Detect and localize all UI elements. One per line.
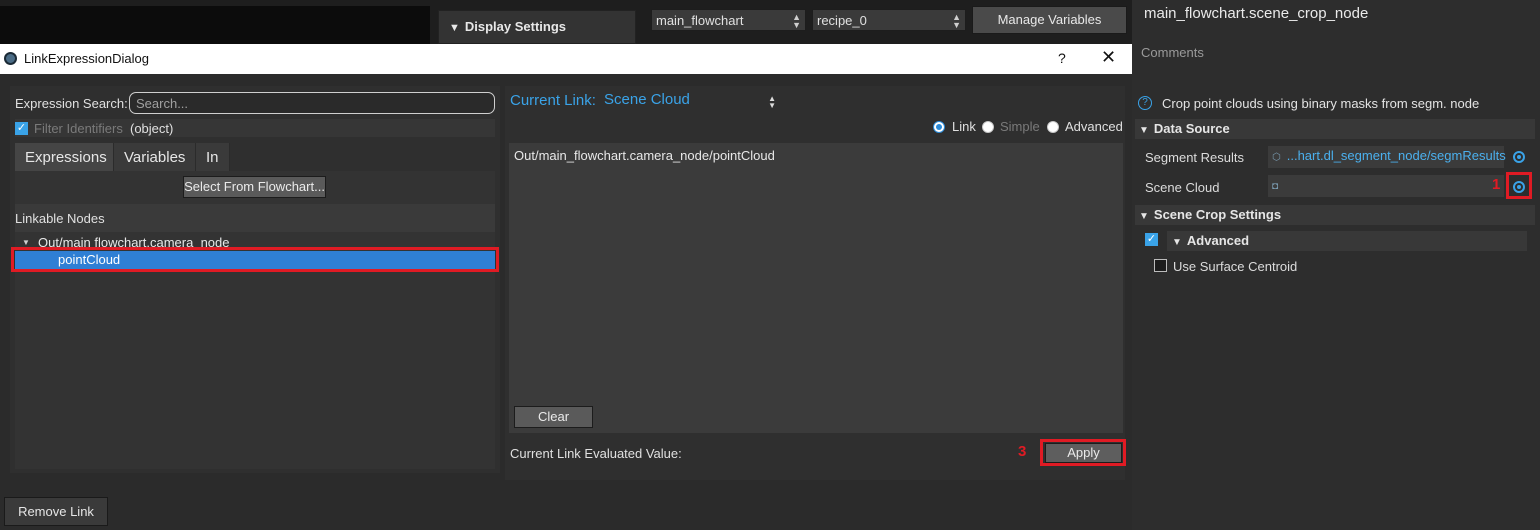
- tab-in[interactable]: In: [196, 143, 230, 171]
- linkable-nodes-header: Linkable Nodes: [15, 204, 495, 232]
- step-1-number: 1: [1492, 176, 1501, 193]
- scene-crop-settings-label: Scene Crop Settings: [1153, 207, 1282, 222]
- select-from-flowchart-button[interactable]: Select From Flowchart...: [183, 176, 326, 198]
- expression-text: Out/main_flowchart.camera_node/pointClou…: [514, 148, 775, 163]
- flowchart-select-value: main_flowchart: [656, 13, 744, 28]
- spin-arrows-icon: ▲ ▼: [768, 94, 776, 110]
- camera-icon: ◘: [1272, 181, 1279, 192]
- mode-advanced-radio[interactable]: [1047, 121, 1059, 133]
- data-source-label: Data Source: [1153, 121, 1230, 136]
- manage-variables-button[interactable]: Manage Variables: [972, 6, 1127, 34]
- collapse-triangle-icon: ▼: [1139, 125, 1149, 136]
- dialog-title: LinkExpressionDialog: [24, 51, 150, 66]
- mode-simple-label[interactable]: Simple: [1000, 119, 1040, 134]
- dialog-titlebar[interactable]: [0, 44, 1132, 74]
- highlight-step-2: [11, 247, 499, 272]
- data-source-section[interactable]: ▼ Data Source: [1135, 119, 1535, 139]
- current-link-label: Current Link:: [510, 92, 596, 109]
- tab-expressions[interactable]: Expressions: [15, 143, 114, 171]
- node-description: Crop point clouds using binary masks fro…: [1162, 96, 1480, 111]
- mode-link-label[interactable]: Link: [952, 119, 976, 134]
- link-cube-icon: ⬡: [1272, 152, 1281, 163]
- mode-simple-radio[interactable]: [982, 121, 994, 133]
- mode-advanced-label[interactable]: Advanced: [1065, 119, 1123, 134]
- dialog-close-icon[interactable]: ✕: [1101, 47, 1116, 68]
- advanced-label: Advanced: [1186, 233, 1250, 248]
- expression-search-input[interactable]: [129, 92, 495, 114]
- display-settings-label: Display Settings: [464, 19, 567, 34]
- use-surface-centroid-label: Use Surface Centroid: [1173, 259, 1298, 274]
- current-link-value: Scene Cloud: [604, 91, 690, 108]
- tab-variables[interactable]: Variables: [114, 143, 196, 171]
- filter-type-label: (object): [130, 121, 174, 136]
- filter-identifiers-checkbox[interactable]: ✓: [15, 122, 28, 135]
- remove-link-button[interactable]: Remove Link: [4, 497, 108, 526]
- advanced-section[interactable]: ▼ Advanced: [1167, 231, 1527, 251]
- recipe-select-value: recipe_0: [817, 13, 867, 28]
- mode-link-radio[interactable]: [933, 121, 945, 133]
- collapse-triangle-icon: ▼: [449, 22, 460, 34]
- spin-arrows-icon: ▲ ▼: [792, 12, 801, 30]
- collapse-triangle-icon: ▼: [1172, 237, 1182, 248]
- help-icon[interactable]: ?: [1138, 96, 1152, 110]
- node-title: main_flowchart.scene_crop_node: [1144, 5, 1369, 22]
- spin-arrows-icon: ▲ ▼: [952, 12, 961, 30]
- use-surface-centroid-checkbox[interactable]: [1154, 259, 1167, 272]
- segment-results-field[interactable]: ⬡ ...hart.dl_segment_node/segmResults: [1268, 146, 1506, 168]
- flowchart-select[interactable]: main_flowchart ▲ ▼: [651, 9, 806, 31]
- evaluated-value-label: Current Link Evaluated Value:: [510, 446, 682, 461]
- expression-text-area[interactable]: [509, 143, 1123, 433]
- step-3-number: 3: [1018, 443, 1027, 460]
- app-eye-icon: [4, 52, 17, 65]
- advanced-checkbox[interactable]: ✓: [1145, 233, 1158, 246]
- display-settings-header[interactable]: ▼ Display Settings: [438, 10, 636, 44]
- scene-cloud-field[interactable]: ◘: [1268, 175, 1504, 197]
- scene-cloud-label: Scene Cloud: [1145, 180, 1220, 195]
- clear-button[interactable]: Clear: [514, 406, 593, 428]
- tree-expand-icon[interactable]: ▼: [22, 238, 30, 247]
- segment-results-link-icon[interactable]: [1513, 151, 1525, 163]
- filter-identifiers-label: Filter Identifiers: [34, 121, 123, 136]
- comments-label[interactable]: Comments: [1141, 45, 1204, 60]
- current-link-select[interactable]: Scene Cloud ▲ ▼: [600, 91, 780, 111]
- segment-results-label: Segment Results: [1145, 150, 1244, 165]
- viewport-strip: [0, 6, 430, 44]
- segment-results-value: ...hart.dl_segment_node/segmResults: [1286, 148, 1506, 163]
- expression-search-label: Expression Search:: [15, 96, 128, 111]
- recipe-select[interactable]: recipe_0 ▲ ▼: [812, 9, 966, 31]
- dialog-help-button[interactable]: ?: [1058, 50, 1066, 66]
- scene-crop-settings-section[interactable]: ▼ Scene Crop Settings: [1135, 205, 1535, 225]
- highlight-step-3: [1040, 439, 1126, 466]
- collapse-triangle-icon: ▼: [1139, 211, 1149, 222]
- highlight-step-1: [1506, 172, 1532, 199]
